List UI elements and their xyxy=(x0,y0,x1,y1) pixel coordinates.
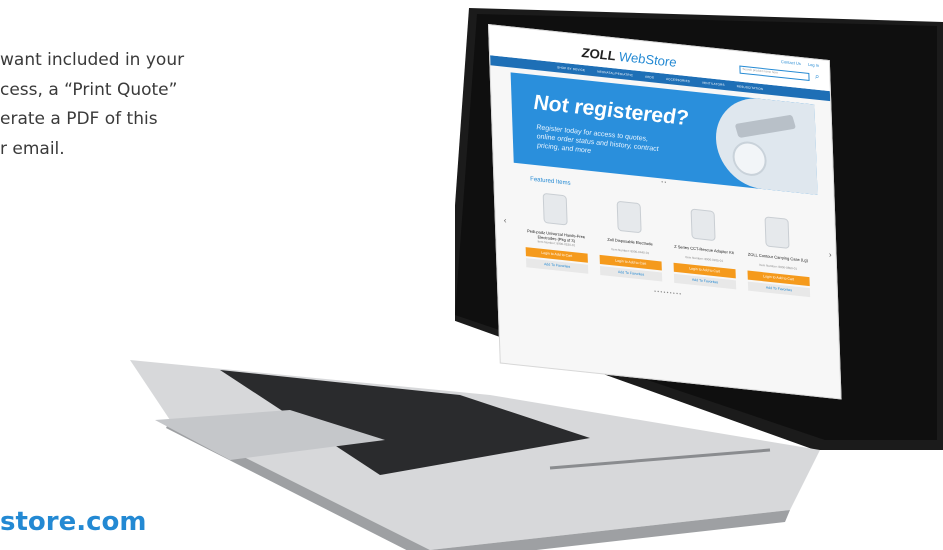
chevron-left-icon[interactable]: ‹ xyxy=(504,216,507,225)
laptop-base xyxy=(130,360,820,550)
product-image xyxy=(668,203,737,246)
contact-link[interactable]: Contact Us xyxy=(781,59,801,66)
zoll-logo[interactable]: ZOLL WebStore xyxy=(581,45,676,70)
intro-line: cess, a “Print Quote” xyxy=(0,79,178,100)
product-image xyxy=(742,211,811,254)
banner-text: Register today for access to quotes, onl… xyxy=(536,124,659,155)
intro-line: erate a PDF of this xyxy=(0,109,158,129)
login-link[interactable]: Log In xyxy=(808,62,819,68)
product-card[interactable]: Zoll Disposable Electrode Item Number: 8… xyxy=(595,195,666,282)
intro-line: r email. xyxy=(0,138,65,159)
nav-item[interactable]: RESUSCITATION xyxy=(737,84,764,91)
product-image xyxy=(521,188,590,231)
nav-item[interactable]: SHOP BY DEVICE xyxy=(557,65,585,72)
intro-copy: want included in your cess, a “Print Quo… xyxy=(0,46,300,164)
product-image xyxy=(595,195,664,238)
nav-item[interactable]: VENTILATORS xyxy=(702,81,725,87)
logo-subtitle: WebStore xyxy=(618,48,677,70)
intro-line: want included in your xyxy=(0,50,185,70)
logo-brand: ZOLL xyxy=(581,44,616,64)
top-links: Contact Us Log In xyxy=(775,58,819,68)
nav-item[interactable]: ACCESSORIES xyxy=(666,77,690,84)
search-input[interactable]: Search product name here xyxy=(739,65,810,81)
product-card[interactable]: ZOLL Contour Carrying Case (Lg) Item Num… xyxy=(742,211,813,298)
search-icon[interactable]: ⌕ xyxy=(815,72,820,83)
product-card[interactable]: Z Series CCT-Rescue Adapter Kit Item Num… xyxy=(668,203,739,290)
banner-product-area xyxy=(714,93,818,195)
product-card[interactable]: Pedi-padz Universal Hands-Free Electrode… xyxy=(521,188,592,275)
nav-item[interactable]: NEONATAL/PEDIATRIC xyxy=(597,70,633,78)
nav-item[interactable]: AEDS xyxy=(645,75,654,80)
footer-url[interactable]: store.com xyxy=(0,507,146,537)
chevron-right-icon[interactable]: › xyxy=(829,250,832,259)
